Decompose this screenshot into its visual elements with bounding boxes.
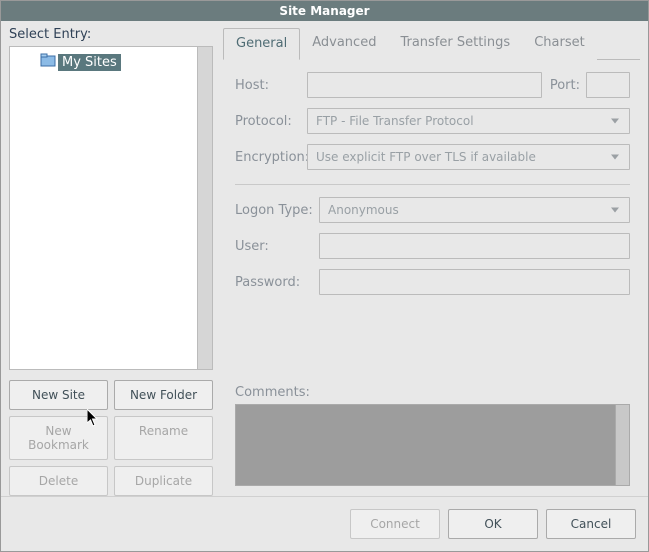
user-input bbox=[319, 233, 630, 259]
ok-button[interactable]: OK bbox=[448, 509, 538, 539]
logon-type-label: Logon Type: bbox=[235, 203, 319, 218]
host-row: Host: Port: bbox=[235, 72, 630, 98]
tab-advanced[interactable]: Advanced bbox=[300, 28, 388, 60]
protocol-row: Protocol: FTP - File Transfer Protocol bbox=[235, 108, 630, 134]
comments-textarea bbox=[235, 404, 630, 486]
window-title: Site Manager bbox=[279, 4, 369, 18]
comments-scrollbar[interactable] bbox=[615, 405, 629, 485]
user-row: User: bbox=[235, 233, 630, 259]
new-bookmark-button: New Bookmark bbox=[9, 416, 108, 460]
tab-bar: General Advanced Transfer Settings Chars… bbox=[223, 27, 640, 60]
user-label: User: bbox=[235, 239, 319, 254]
select-entry-label: Select Entry: bbox=[9, 27, 213, 42]
left-button-grid: New Site New Folder New Bookmark Rename … bbox=[9, 380, 213, 496]
encryption-label: Encryption: bbox=[235, 150, 307, 165]
logon-type-value: Anonymous bbox=[328, 203, 399, 217]
password-row: Password: bbox=[235, 269, 630, 295]
duplicate-button: Duplicate bbox=[114, 466, 213, 496]
tree-scrollbar[interactable] bbox=[198, 46, 213, 370]
encryption-value: Use explicit FTP over TLS if available bbox=[316, 150, 536, 164]
left-pane: Select Entry: My Sites New Site New Fold… bbox=[9, 27, 213, 496]
protocol-value: FTP - File Transfer Protocol bbox=[316, 114, 474, 128]
tree-wrap: My Sites bbox=[9, 46, 213, 370]
password-label: Password: bbox=[235, 275, 319, 290]
folder-icon bbox=[40, 53, 56, 71]
delete-button: Delete bbox=[9, 466, 108, 496]
protocol-label: Protocol: bbox=[235, 114, 307, 129]
logon-type-select[interactable]: Anonymous bbox=[319, 197, 630, 223]
comments-content bbox=[236, 405, 615, 485]
protocol-select[interactable]: FTP - File Transfer Protocol bbox=[307, 108, 630, 134]
titlebar: Site Manager bbox=[1, 1, 648, 21]
tree-item-label: My Sites bbox=[58, 54, 121, 71]
tab-transfer-settings[interactable]: Transfer Settings bbox=[388, 28, 522, 60]
tree-item-my-sites[interactable]: My Sites bbox=[14, 53, 193, 71]
new-site-button[interactable]: New Site bbox=[9, 380, 108, 410]
logon-type-row: Logon Type: Anonymous bbox=[235, 197, 630, 223]
site-tree[interactable]: My Sites bbox=[9, 46, 198, 370]
host-label: Host: bbox=[235, 78, 307, 93]
footer: Connect OK Cancel bbox=[1, 496, 648, 551]
content-area: Select Entry: My Sites New Site New Fold… bbox=[1, 21, 648, 496]
tab-charset[interactable]: Charset bbox=[522, 28, 597, 60]
general-panel: Host: Port: Protocol: FTP - File Transfe… bbox=[223, 60, 640, 496]
site-manager-window: Site Manager Select Entry: My Sites New … bbox=[0, 0, 649, 552]
comments-label: Comments: bbox=[235, 361, 630, 400]
new-folder-button[interactable]: New Folder bbox=[114, 380, 213, 410]
divider bbox=[235, 184, 630, 185]
rename-button: Rename bbox=[114, 416, 213, 460]
encryption-select[interactable]: Use explicit FTP over TLS if available bbox=[307, 144, 630, 170]
host-input[interactable] bbox=[307, 72, 542, 98]
port-label: Port: bbox=[550, 78, 580, 93]
tab-general[interactable]: General bbox=[223, 28, 300, 60]
password-input bbox=[319, 269, 630, 295]
port-input[interactable] bbox=[586, 72, 630, 98]
encryption-row: Encryption: Use explicit FTP over TLS if… bbox=[235, 144, 630, 170]
right-pane: General Advanced Transfer Settings Chars… bbox=[223, 27, 640, 496]
connect-button: Connect bbox=[350, 509, 440, 539]
cancel-button[interactable]: Cancel bbox=[546, 509, 636, 539]
